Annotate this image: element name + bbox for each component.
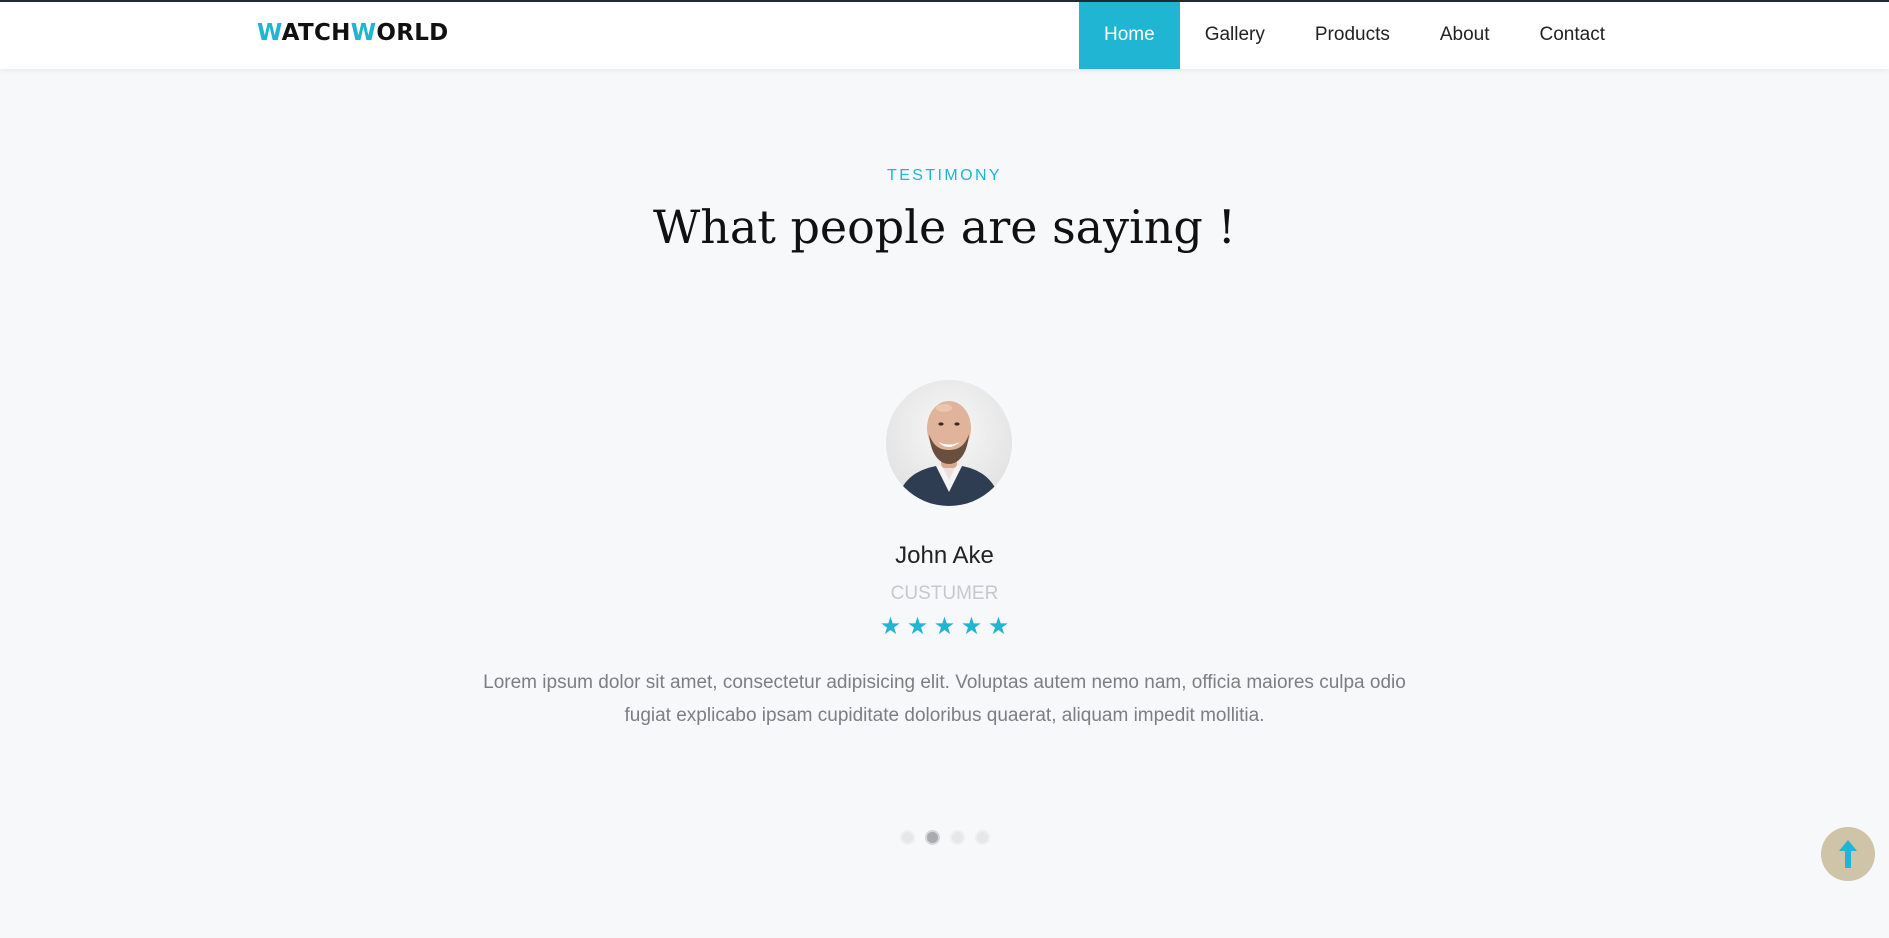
section-title: What people are saying ! [653, 200, 1236, 254]
logo-accent-letter: W [350, 20, 377, 46]
star-icon: ★ [987, 613, 1010, 640]
main-nav: Home Gallery Products About Contact [1079, 2, 1630, 69]
carousel-dot[interactable] [899, 830, 915, 845]
nav-products[interactable]: Products [1290, 2, 1415, 69]
avatar-photo [886, 380, 1012, 506]
star-icon: ★ [879, 613, 902, 640]
nav-home[interactable]: Home [1079, 2, 1180, 69]
avatar [886, 380, 1012, 506]
site-header: WATCHWORLD Home Gallery Products About C… [0, 2, 1889, 69]
testimonial-quote: Lorem ipsum dolor sit amet, consectetur … [483, 672, 1406, 726]
arrow-up-icon [1839, 840, 1857, 868]
logo-accent-letter: W [257, 20, 282, 46]
carousel-dot[interactable] [974, 830, 990, 845]
star-icon: ★ [933, 613, 956, 640]
carousel-dots [0, 830, 1889, 845]
section-subtitle: TESTIMONY [887, 167, 1002, 184]
rating-stars: ★ ★ ★ ★ ★ [0, 613, 1889, 641]
star-icon: ★ [906, 613, 929, 640]
nav-about[interactable]: About [1415, 2, 1515, 69]
testimonial-name: John Ake [895, 542, 994, 569]
logo-text-part: ATCH [281, 20, 351, 46]
scroll-to-top-button[interactable] [1821, 827, 1875, 881]
logo[interactable]: WATCHWORLD [257, 20, 449, 46]
star-icon: ★ [960, 613, 983, 640]
nav-contact[interactable]: Contact [1515, 2, 1630, 69]
carousel-dot[interactable] [949, 830, 965, 845]
carousel-dot[interactable] [924, 830, 940, 845]
nav-gallery[interactable]: Gallery [1180, 2, 1290, 69]
testimonial-role: CUSTUMER [890, 583, 999, 604]
logo-text-part: ORLD [376, 20, 449, 46]
